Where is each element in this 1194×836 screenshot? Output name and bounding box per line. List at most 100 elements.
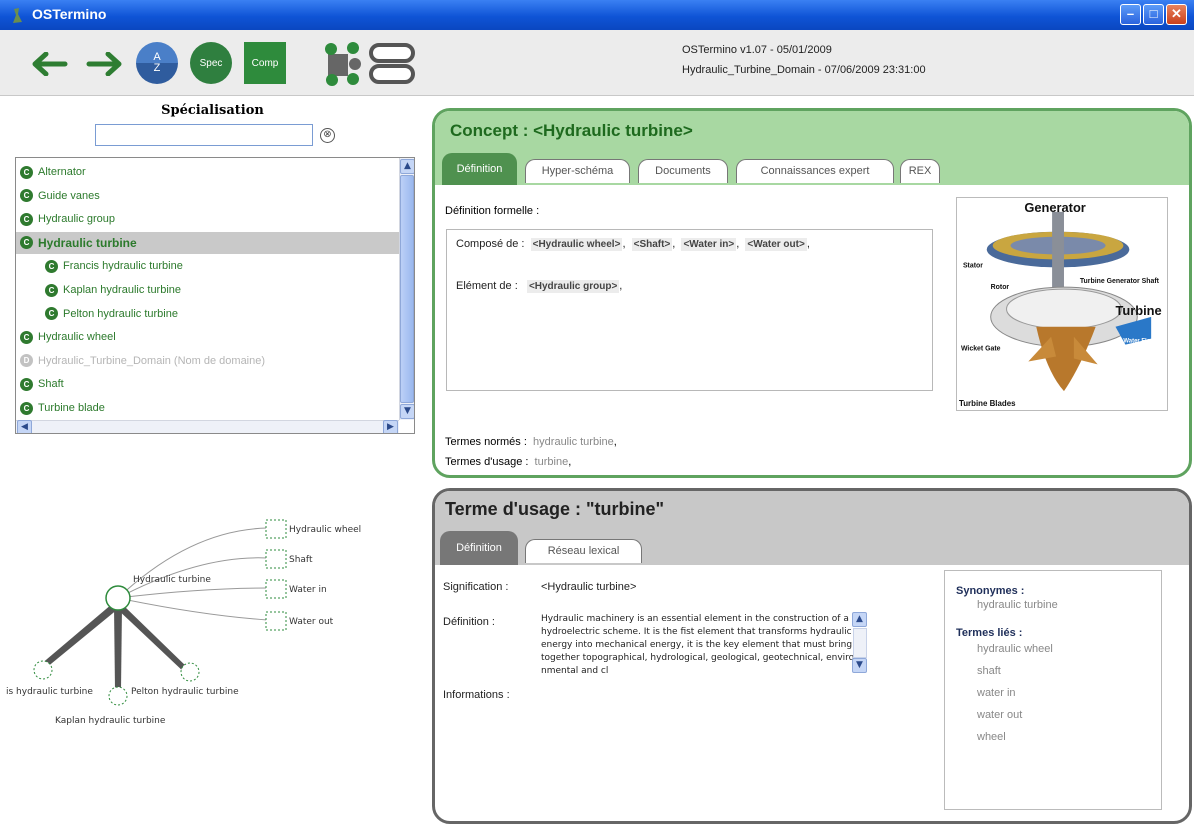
graph-node-label: is hydraulic turbine (6, 687, 93, 697)
tree-item[interactable]: C Hydraulic wheel (16, 326, 399, 348)
horizontal-scrollbar[interactable] (16, 420, 399, 433)
tree-item[interactable]: C Hydraulic turbine (16, 231, 399, 254)
scroll-down-button[interactable]: ▼ (400, 404, 414, 419)
concept-icon: C (20, 236, 33, 250)
concept-icon: C (45, 283, 58, 297)
compose-item[interactable]: <Hydraulic wheel> (530, 238, 623, 251)
alphabetical-button[interactable]: A Z (136, 42, 178, 84)
def-scroll-up-button[interactable]: ▲ (852, 612, 867, 627)
definition-text[interactable]: Hydraulic machinery is an essential elem… (541, 613, 857, 675)
tree-item[interactable]: C Kaplan hydraulic turbine (16, 279, 399, 301)
turbine-label: Turbine (1115, 303, 1161, 318)
scroll-left-button[interactable]: ◀ (17, 420, 32, 433)
tree-item[interactable]: C Francis hydraulic turbine (16, 255, 399, 277)
tree-item-label: Pelton hydraulic turbine (63, 307, 178, 320)
scroll-right-button[interactable]: ▶ (383, 420, 398, 433)
concept-icon: C (20, 377, 33, 391)
def-scroll-track[interactable] (853, 628, 867, 658)
signification-label: Signification : (443, 581, 509, 593)
turbine-illustration: Generator Stator Rotor Turbine Generator… (956, 197, 1168, 411)
graph-node-label: Hydraulic wheel (289, 525, 361, 535)
tab-terme-definition[interactable]: Définition (440, 531, 518, 565)
related-term-item[interactable]: water out (977, 709, 1022, 721)
network-icon[interactable] (322, 40, 362, 86)
stator-label: Stator (963, 262, 983, 269)
concept-icon: C (20, 165, 33, 179)
specialisation-title: Spécialisation (161, 103, 264, 118)
concept-icon: C (20, 189, 33, 203)
back-arrow-icon[interactable] (32, 52, 68, 76)
termes-lies-label: Termes liés : (956, 627, 1023, 639)
minimize-button[interactable]: – (1120, 4, 1141, 25)
element-row: Elément de : <Hydraulic group>, (456, 280, 623, 293)
related-term-item[interactable]: wheel (977, 731, 1006, 743)
domain-icon: D (20, 354, 33, 368)
turbine-blades-label: Turbine Blades (959, 399, 1016, 408)
tab-reseau-lexical[interactable]: Réseau lexical (525, 539, 642, 563)
element-item[interactable]: <Hydraulic group> (526, 280, 620, 293)
concept-icon: C (20, 330, 33, 344)
toolbar (0, 30, 1194, 96)
spec-button[interactable]: Spec (190, 42, 232, 84)
tree-item[interactable]: C Hydraulic group (16, 208, 399, 230)
graph-node-label: Pelton hydraulic turbine (131, 687, 239, 697)
tree-item-label: Francis hydraulic turbine (63, 260, 183, 273)
tree-item[interactable]: C Turbine blade (16, 397, 399, 419)
generator-label: Generator (1024, 200, 1085, 215)
comp-button[interactable]: Comp (244, 42, 286, 84)
concept-title: Concept : <Hydraulic turbine> (450, 121, 693, 140)
window-title: OSTermino (32, 6, 107, 22)
clear-search-icon[interactable]: ⊗ (320, 128, 335, 143)
tree-item[interactable]: D Hydraulic_Turbine_Domain (Nom de domain… (16, 350, 399, 372)
forward-arrow-icon[interactable] (86, 52, 122, 76)
concept-icon: C (45, 307, 58, 321)
tab-connaissances-expert[interactable]: Connaissances expert (736, 159, 894, 183)
scroll-up-button[interactable]: ▲ (400, 159, 414, 174)
tab-rex[interactable]: REX (900, 159, 940, 183)
graph-node-label: Water in (289, 585, 327, 595)
tree-item[interactable]: C Pelton hydraulic turbine (16, 303, 399, 325)
concept-icon: C (45, 259, 58, 273)
related-term-item[interactable]: water in (977, 687, 1016, 699)
search-input[interactable] (95, 124, 313, 146)
wicket-gate-label: Wicket Gate (961, 346, 1001, 353)
scroll-thumb[interactable] (400, 175, 414, 403)
definition-label: Définition : (443, 616, 495, 628)
maximize-button[interactable]: □ (1143, 4, 1164, 25)
signification-value[interactable]: <Hydraulic turbine> (541, 581, 636, 593)
termes-usage-label: Termes d'usage : (445, 456, 529, 468)
terme-title: Terme d'usage : "turbine" (445, 499, 665, 519)
tab-definition[interactable]: Définition (442, 153, 517, 185)
termes-usage-value[interactable]: turbine (535, 456, 569, 468)
informations-label: Informations : (443, 689, 510, 701)
def-scroll-down-button[interactable]: ▼ (852, 658, 867, 673)
compose-row: Composé de : <Hydraulic wheel>, <Shaft>,… (456, 238, 810, 251)
tree-item-label: Hydraulic turbine (38, 235, 137, 250)
compose-item[interactable]: <Shaft> (631, 238, 673, 251)
compose-item[interactable]: <Water out> (745, 238, 807, 251)
synonymes-label: Synonymes : (956, 585, 1025, 597)
related-term-item[interactable]: shaft (977, 665, 1001, 677)
stack-icon[interactable] (368, 42, 416, 86)
graph-node-label: Kaplan hydraulic turbine (55, 716, 166, 726)
concept-panel: Concept : <Hydraulic turbine> Définition… (432, 108, 1192, 478)
tab-hyper-schema[interactable]: Hyper-schéma (525, 159, 630, 183)
tree-item[interactable]: C Alternator (16, 161, 399, 183)
tree-item[interactable]: C Guide vanes (16, 185, 399, 207)
compose-item[interactable]: <Water in> (681, 238, 737, 251)
tree-item-label: Hydraulic wheel (38, 331, 116, 344)
tab-documents[interactable]: Documents (638, 159, 728, 183)
related-term-item[interactable]: hydraulic wheel (977, 643, 1053, 655)
definition-box: Composé de : <Hydraulic wheel>, <Shaft>,… (446, 229, 933, 391)
tree-item-label: Turbine blade (38, 402, 105, 414)
tree-item-label: Shaft (38, 378, 64, 391)
synonym-item[interactable]: hydraulic turbine (977, 599, 1058, 611)
graph-center-label: Hydraulic turbine (133, 575, 211, 585)
termes-normes-value[interactable]: hydraulic turbine (533, 436, 614, 448)
close-button[interactable]: ✕ (1166, 4, 1187, 25)
tree-item[interactable]: C Shaft (16, 373, 399, 395)
terme-panel: Terme d'usage : "turbine" Définition Rés… (432, 488, 1192, 824)
version-text: OSTermino v1.07 - 05/01/2009 (682, 44, 832, 56)
definition-scrollbar[interactable]: ▲ ▼ (852, 612, 868, 674)
graph-node-label: Water out (289, 617, 334, 627)
